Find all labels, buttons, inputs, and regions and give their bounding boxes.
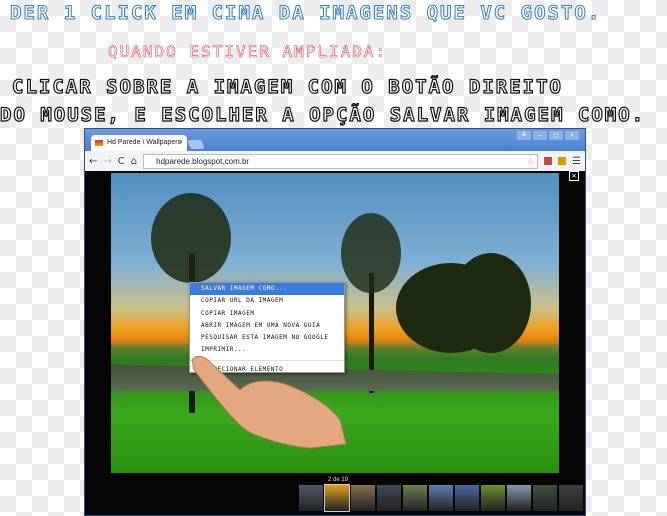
instruction-line-3: CLICAR SOBRE A IMAGEM COM O BOTÃO DIREIT… bbox=[11, 75, 563, 98]
profile-button[interactable]: ≜ bbox=[517, 131, 531, 140]
image-counter: 2 de 19 bbox=[328, 477, 349, 483]
thumbnail[interactable] bbox=[481, 485, 505, 511]
thumbnail[interactable] bbox=[377, 485, 401, 511]
toolbar: ← → C ⌂ hdparede.blogspot.com.br ☆ ☰ bbox=[85, 151, 585, 171]
thumbnail[interactable] bbox=[533, 485, 557, 511]
thumbnail[interactable] bbox=[507, 485, 531, 511]
viewer-close-button[interactable]: ✕ bbox=[569, 171, 579, 181]
menu-item-copy-image-url[interactable]: COPIAR URL DA IMAGEM bbox=[190, 295, 344, 307]
thumbnail[interactable] bbox=[455, 485, 479, 511]
forward-icon[interactable]: → bbox=[103, 156, 111, 167]
address-bar[interactable]: hdparede.blogspot.com.br ☆ bbox=[143, 153, 539, 169]
menu-item-save-image[interactable]: SALVAR IMAGEM COMO... bbox=[190, 283, 344, 296]
pointing-hand-image bbox=[191, 355, 347, 449]
extension-icon[interactable] bbox=[544, 157, 553, 165]
tree bbox=[151, 193, 231, 283]
new-tab-button[interactable] bbox=[187, 140, 205, 149]
thumbnail[interactable] bbox=[324, 484, 350, 512]
tab-hd-parede[interactable]: Hd Parede \ Wallpapers × bbox=[91, 135, 187, 151]
bookmark-star-icon[interactable]: ☆ bbox=[527, 155, 534, 168]
thumbnail[interactable] bbox=[299, 485, 323, 511]
thumbnail[interactable] bbox=[403, 485, 427, 511]
favicon-icon bbox=[95, 140, 103, 146]
thumbnail[interactable] bbox=[559, 485, 583, 511]
instruction-line-4: DO MOUSE, E ESCOLHER A OPÇÃO SALVAR IMAG… bbox=[0, 103, 646, 126]
tab-close-button[interactable]: × bbox=[179, 135, 183, 151]
home-icon[interactable]: ⌂ bbox=[131, 156, 137, 167]
back-icon[interactable]: ← bbox=[89, 156, 97, 167]
instruction-line-2: QUANDO ESTIVER AMPLIADA: bbox=[108, 42, 388, 62]
instruction-line-1: DER 1 CLICK EM CIMA DA IMAGENS QUE VC GO… bbox=[9, 2, 602, 25]
menu-item-copy-image[interactable]: COPIAR IMAGEM bbox=[190, 308, 344, 320]
maximize-button[interactable]: □ bbox=[549, 131, 563, 140]
tab-title: Hd Parede \ Wallpapers bbox=[107, 139, 182, 146]
close-window-button[interactable]: × bbox=[565, 131, 579, 140]
reload-icon[interactable]: C bbox=[118, 156, 125, 167]
thumbnail[interactable] bbox=[351, 485, 375, 511]
tab-bar: Hd Parede \ Wallpapers × ≜ – □ × bbox=[85, 129, 585, 151]
tree bbox=[341, 213, 401, 293]
thumbnail[interactable] bbox=[429, 485, 453, 511]
extension-icon-2[interactable] bbox=[558, 157, 567, 165]
url-text: hdparede.blogspot.com.br bbox=[156, 156, 250, 166]
tree bbox=[451, 253, 531, 353]
menu-icon[interactable]: ☰ bbox=[572, 156, 581, 167]
thumbnail-strip bbox=[299, 484, 583, 512]
minimize-button[interactable]: – bbox=[533, 131, 547, 140]
